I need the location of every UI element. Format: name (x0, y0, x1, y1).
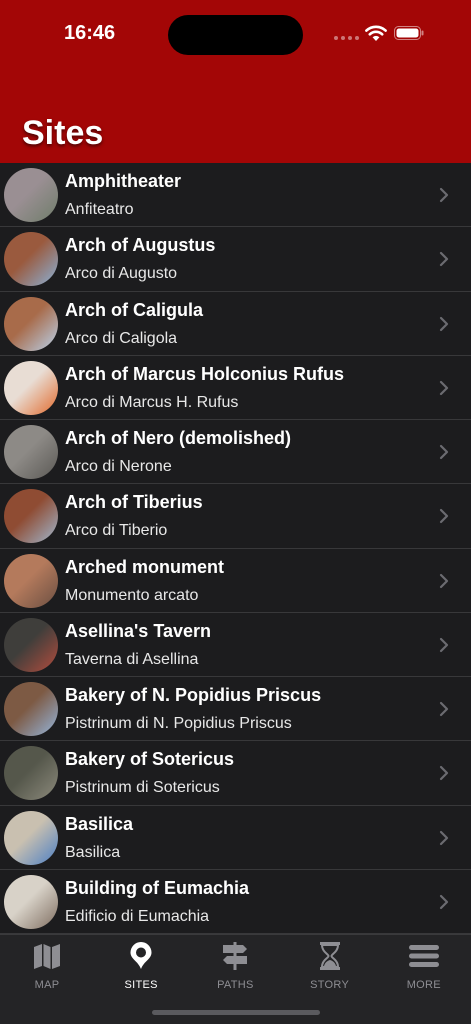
site-row[interactable]: Bakery of Sotericus Pistrinum di Sotericu… (0, 741, 471, 806)
dynamic-island (168, 15, 303, 55)
site-thumbnail (4, 232, 58, 287)
chevron-right-icon (439, 444, 449, 460)
site-name: Bakery of Sotericus (65, 749, 235, 770)
site-thumbnail (4, 489, 58, 544)
site-row[interactable]: Asellina's Tavern Taverna di Asellina (0, 613, 471, 677)
tab-label: MORE (406, 979, 441, 991)
site-thumbnail (4, 746, 58, 801)
chevron-right-icon (439, 637, 449, 652)
site-thumbnail (4, 425, 58, 479)
site-name: Arch of Caligula (65, 299, 204, 320)
site-italian-name: Monumento arcato (65, 586, 199, 604)
chevron-right-icon (439, 187, 449, 203)
map-icon (31, 935, 63, 976)
site-thumbnail (4, 874, 58, 929)
site-name: Asellina's Tavern (65, 620, 212, 641)
site-name: Arch of Marcus Holconius Rufus (65, 363, 345, 384)
site-italian-name: Edificio di Eumachia (65, 907, 210, 925)
chevron-right-icon (439, 766, 449, 781)
site-italian-name: Taverna di Asellina (65, 650, 199, 668)
tab-paths[interactable]: PATHS (188, 935, 282, 991)
site-italian-name: Arco di Augusto (65, 265, 178, 283)
site-thumbnail (4, 553, 58, 608)
site-thumbnail (4, 617, 58, 672)
site-name: Arch of Augustus (65, 235, 216, 256)
battery-icon (394, 26, 424, 40)
tab-label: PATHS (217, 979, 254, 991)
site-italian-name: Pistrinum di N. Popidius Priscus (65, 715, 292, 732)
tab-map[interactable]: MAP (0, 935, 94, 991)
site-italian-name: Arco di Marcus H. Rufus (65, 393, 239, 411)
site-row[interactable]: Arched monument Monumento arcato (0, 549, 471, 613)
wifi-icon (365, 25, 387, 41)
tab-story[interactable]: STORY (283, 935, 377, 991)
site-row[interactable]: Basilica Basilica (0, 806, 471, 870)
chevron-right-icon (439, 380, 449, 395)
site-italian-name: Arco di Nerone (65, 458, 172, 475)
site-italian-name: Basilica (65, 843, 121, 861)
tab-sites[interactable]: SITES (94, 935, 188, 991)
chevron-right-icon (439, 894, 449, 909)
site-thumbnail (4, 360, 58, 415)
site-name: Arch of Nero (demolished) (65, 428, 292, 448)
site-thumbnail (4, 810, 58, 865)
chevron-right-icon (439, 830, 449, 845)
chevron-right-icon (439, 252, 449, 267)
chevron-right-icon (439, 316, 449, 331)
tab-label: SITES (124, 979, 158, 991)
site-italian-name: Arco di Tiberio (65, 522, 168, 540)
chevron-right-icon (439, 701, 449, 717)
tab-more[interactable]: MORE (377, 935, 471, 991)
page-title: Sites (22, 114, 104, 152)
home-indicator (152, 1010, 320, 1015)
signpost-icon (219, 935, 251, 976)
navigation-header: 16:46 Sites (0, 0, 471, 163)
site-name: Bakery of N. Popidius Priscus (65, 685, 322, 705)
hourglass-icon (314, 935, 346, 976)
tab-label: MAP (34, 979, 60, 991)
site-thumbnail (4, 682, 58, 736)
site-italian-name: Arco di Caligola (65, 329, 178, 347)
site-row[interactable]: Arch of Caligula Arco di Caligola (0, 292, 471, 356)
chevron-right-icon (439, 509, 449, 524)
site-name: Amphitheater (65, 171, 182, 191)
site-italian-name: Pistrinum di Sotericus (65, 779, 220, 797)
site-thumbnail (4, 296, 58, 351)
site-row[interactable]: Amphitheater Anfiteatro (0, 163, 471, 228)
site-name: Basilica (65, 813, 134, 834)
site-row[interactable]: Arch of Nero (demolished) Arco di Nerone (0, 420, 471, 485)
status-time: 16:46 (64, 22, 116, 44)
site-name: Arch of Tiberius (65, 492, 203, 513)
cellular-signal-icon (334, 36, 359, 40)
tab-label: STORY (310, 979, 350, 991)
site-name: Arched monument (65, 556, 225, 577)
site-italian-name: Anfiteatro (65, 201, 134, 218)
sites-list[interactable]: Amphitheater Anfiteatro Arch of Augustus Ar… (0, 163, 471, 934)
chevron-right-icon (439, 573, 449, 588)
site-row[interactable]: Bakery of N. Popidius Priscus Pistrinum d… (0, 677, 471, 742)
menu-icon (408, 935, 440, 976)
site-name: Building of Eumachia (65, 877, 250, 898)
site-row[interactable]: Arch of Marcus Holconius Rufus Arco di Ma… (0, 356, 471, 420)
site-row[interactable]: Arch of Augustus Arco di Augusto (0, 227, 471, 292)
site-thumbnail (4, 168, 58, 222)
site-row[interactable]: Building of Eumachia Edificio di Eumachia (0, 870, 471, 934)
map-pin-icon (125, 935, 157, 976)
site-row[interactable]: Arch of Tiberius Arco di Tiberio (0, 484, 471, 549)
